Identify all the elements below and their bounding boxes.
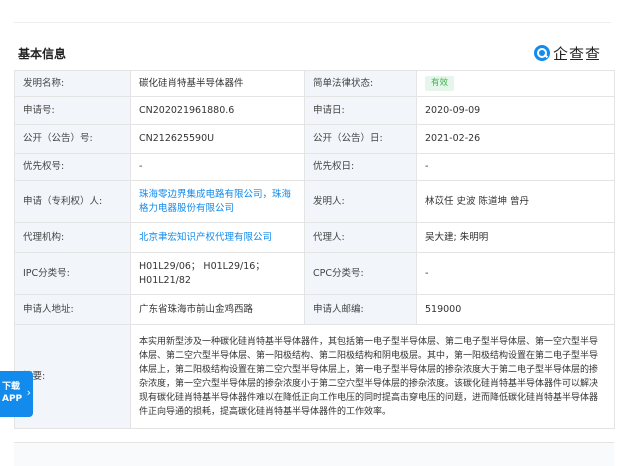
table-row: 申请人地址: 广东省珠海市前山金鸡西路 申请人邮编: 519000 (14, 294, 615, 325)
applicant-link[interactable]: 珠海零边界集成电路有限公司，珠海格力电器股份有限公司 (130, 180, 305, 223)
applicant-postcode-label: 申请人邮编: (304, 294, 417, 325)
table-row: 公开（公告）号: CN212625590U 公开（公告）日: 2021-02-2… (14, 124, 615, 154)
brand-logo[interactable]: 企查查 (533, 40, 601, 66)
ipc-value: H01L29/06； H01L29/16； H01L21/82 (130, 252, 305, 295)
application-date-value: 2020-09-09 (416, 96, 615, 125)
publication-number-label: 公开（公告）号: (14, 124, 131, 154)
priority-date-value: - (416, 153, 615, 181)
section-title: 基本信息 (18, 47, 67, 61)
publication-number-value: CN212625590U (130, 124, 305, 154)
priority-number-value: - (130, 153, 305, 181)
invention-name-value: 碳化硅肖特基半导体器件 (130, 70, 305, 97)
inventor-value: 林苡任 史波 陈道坤 曾丹 (416, 180, 615, 223)
table-row: IPC分类号: H01L29/06； H01L29/16； H01L21/82 … (14, 252, 615, 295)
invention-name-label: 发明名称: (14, 70, 131, 97)
agent-value: 吴大建; 朱明明 (416, 222, 615, 253)
priority-number-label: 优先权号: (14, 153, 131, 181)
agency-link[interactable]: 北京聿宏知识产权代理有限公司 (130, 222, 305, 253)
next-row-strip (14, 442, 614, 466)
brand-name: 企查查 (552, 44, 601, 63)
applicant-label: 申请（专利权）人: (14, 180, 131, 223)
ipc-label: IPC分类号: (14, 252, 131, 295)
table-row: 申请（专利权）人: 珠海零边界集成电路有限公司，珠海格力电器股份有限公司 发明人… (14, 180, 615, 223)
application-number-value: CN202021961880.6 (130, 96, 305, 125)
basic-info-table: 发明名称: 碳化硅肖特基半导体器件 简单法律状态: 有效 申请号: CN2020… (14, 70, 615, 429)
cpc-label: CPC分类号: (304, 252, 417, 295)
priority-date-label: 优先权日: (304, 153, 417, 181)
top-divider (14, 22, 611, 23)
application-number-label: 申请号: (14, 96, 131, 125)
publication-date-value: 2021-02-26 (416, 124, 615, 154)
chevron-right-icon: › (26, 386, 31, 399)
cpc-value: - (416, 252, 615, 295)
table-row: 代理机构: 北京聿宏知识产权代理有限公司 代理人: 吴大建; 朱明明 (14, 222, 615, 253)
agent-label: 代理人: (304, 222, 417, 253)
applicant-address-value: 广东省珠海市前山金鸡西路 (130, 294, 305, 325)
applicant-postcode-value: 519000 (416, 294, 615, 325)
table-row: 优先权号: - 优先权日: - (14, 153, 615, 181)
qcc-logo-icon (533, 45, 550, 61)
status-badge: 有效 (425, 76, 455, 91)
table-row: 摘要: 本实用新型涉及一种碳化硅肖特基半导体器件，其包括第一电子型半导体层、第二… (14, 324, 615, 429)
inventor-label: 发明人: (304, 180, 417, 223)
publication-date-label: 公开（公告）日: (304, 124, 417, 154)
download-app-button[interactable]: 下载 APP › (0, 371, 33, 417)
section-header: 基本信息 企查查 (18, 40, 611, 66)
legal-status-cell: 有效 (416, 70, 615, 97)
application-date-label: 申请日: (304, 96, 417, 125)
table-row: 申请号: CN202021961880.6 申请日: 2020-09-09 (14, 96, 615, 125)
applicant-address-label: 申请人地址: (14, 294, 131, 325)
legal-status-label: 简单法律状态: (304, 70, 417, 97)
table-row: 发明名称: 碳化硅肖特基半导体器件 简单法律状态: 有效 (14, 70, 615, 97)
agency-label: 代理机构: (14, 222, 131, 253)
abstract-text: 本实用新型涉及一种碳化硅肖特基半导体器件，其包括第一电子型半导体层、第二电子型半… (130, 324, 615, 429)
